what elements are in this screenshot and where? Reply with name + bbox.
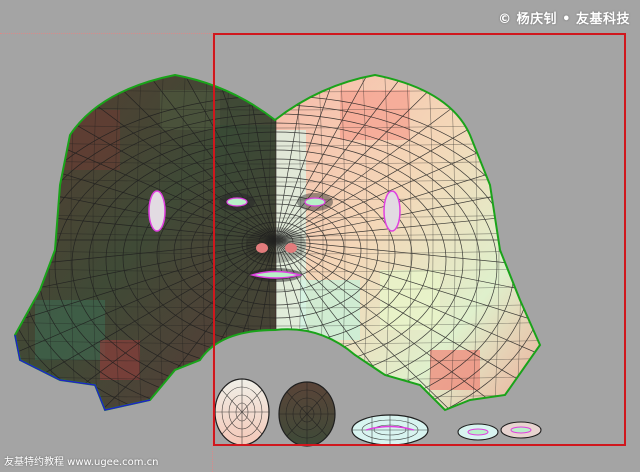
watermark-text: © 杨庆钊 • 友基科技 (498, 12, 630, 27)
ear-hole-left (148, 190, 166, 232)
footer-credit: 友基特约教程 www.ugee.com.cn (4, 457, 159, 468)
uv-editor-viewport[interactable]: © 杨庆钊 • 友基科技 友基特约教程 www.ugee.com.cn (0, 0, 640, 472)
uv-0-1-bounds (213, 33, 626, 446)
